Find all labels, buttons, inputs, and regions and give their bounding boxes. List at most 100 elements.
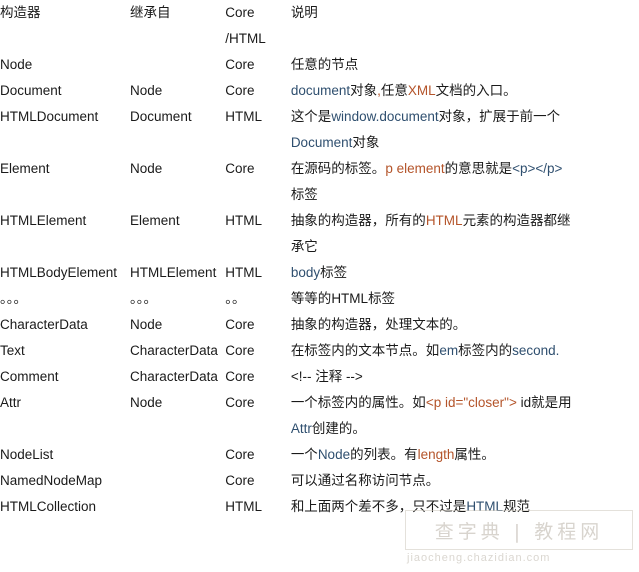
description-line: 在源码的标签。p element的意思就是<p></p> [291,156,639,182]
description-line: 标签 [291,182,639,208]
description-text: 这个是 [290,109,332,124]
cell-module: Core [225,161,255,176]
code-token: window.document [331,109,439,124]
cell-inherits: CharacterData [130,343,218,358]
table-row: NamedNodeMap Core 可以通过名称访问节点。 [0,468,639,494]
description-text: 创建的。 [311,421,366,436]
cell-inherits: Node [130,395,163,410]
cell-inherits [130,52,225,78]
code-token: p element [385,161,445,176]
header-cell-inherits: 继承自 [130,5,171,20]
cell-constructor: Node [0,57,33,72]
cell-description: 一个标签内的属性。如<p id="closer"> id就是用 Attr创建的。 [291,390,639,442]
table-row: HTMLDocument Document HTML 这个是window.docume… [0,104,639,156]
cell-constructor: NamedNodeMap [0,473,103,488]
description-line: 这个是window.document对象，扩展于前一个 [291,104,639,130]
code-token: <p id="closer"> [425,395,517,410]
cell-constructor: CharacterData [0,317,88,332]
cell-description: body标签 [291,260,639,286]
cell-inherits: CharacterData [130,369,218,384]
cell-module: 。。 [225,291,246,306]
cell-module: Core [225,317,255,332]
description-text: 对象，扩展于前一个 [438,109,561,124]
description-line: Attr创建的。 [291,416,639,442]
header-cell-module: Core/HTML [225,0,291,52]
description-line: 任意的节点 [291,52,639,78]
description-text: 文档的入口。 [435,83,517,98]
cell-description: 这个是window.document对象，扩展于前一个 Document对象 [291,104,639,156]
cell-description: 一个Node的列表。有length属性。 [291,442,639,468]
table-row: Comment CharacterData Core <!-- 注释 --> [0,364,639,390]
table-row: Element Node Core 在源码的标签。p element的意思就是<p><… [0,156,639,208]
cell-constructor: Document [0,83,62,98]
cell-constructor: NodeList [0,447,54,462]
description-text: <!-- 注释 --> [290,369,363,384]
cell-module: Core [225,473,255,488]
code-token: second. [512,343,560,358]
description-text: 规范 [503,499,531,514]
code-token: HTML [425,213,463,228]
description-line: 承它 [291,234,639,260]
cell-inherits [130,494,225,520]
cell-description: 任意的节点 [291,52,639,78]
description-text: 标签 [368,291,396,306]
description-line: 抽象的构造器，所有的HTML元素的构造器都继 [291,208,639,234]
cell-inherits [130,442,225,468]
table-row: NodeList Core 一个Node的列表。有length属性。 [0,442,639,468]
cell-inherits: Document [130,109,192,124]
description-text: 一个 [290,447,318,462]
cell-module: HTML [225,265,263,280]
cell-module: Core [225,395,255,410]
cell-module: HTML [225,499,263,514]
cell-module: HTML [225,213,263,228]
cell-inherits: 。。。 [130,291,158,306]
header-module-line1: Core [225,5,255,20]
description-text: 可以通过名称访问节点。 [290,473,440,488]
code-token: Node [317,447,351,462]
description-text: 属性。 [454,447,495,462]
code-token: body [290,265,321,280]
table-row: 。。。。。。。。 等等的HTML标签 [0,286,639,312]
description-text: 在源码的标签。 [290,161,386,176]
watermark-sub-text: jiaocheng.chazidian.com [407,552,551,564]
cell-constructor: HTMLDocument [0,109,99,124]
cell-description: 可以通过名称访问节点。 [291,468,639,494]
description-text: 等等的 [290,291,332,306]
description-text: 任意的节点 [290,57,359,72]
description-line: 一个标签内的属性。如<p id="closer"> id就是用 [291,390,639,416]
cell-inherits: Node [130,317,163,332]
cell-description: 在源码的标签。p element的意思就是<p></p> 标签 [291,156,639,208]
description-text: id [516,395,532,410]
description-text: HTML [331,291,369,306]
cell-module: HTML [225,109,263,124]
cell-constructor: Text [0,343,25,358]
description-text: 抽象的构造器，处理文本的。 [290,317,467,332]
code-token: length [417,447,455,462]
description-line: 在标签内的文本节点。如em标签内的second. [291,338,639,364]
description-line: <!-- 注释 --> [291,364,639,390]
description-text: 标签内的 [458,343,513,358]
cell-description: 抽象的构造器，处理文本的。 [291,312,639,338]
description-text: 和上面两个差不多，只不过是 [290,499,467,514]
code-token: HTML [466,499,504,514]
code-token: Document [290,135,353,150]
description-line: 一个Node的列表。有length属性。 [291,442,639,468]
code-token: em [439,343,459,358]
code-token: XML [407,83,436,98]
description-text: 抽象的构造器，所有的 [290,213,426,228]
table-row: HTMLCollection HTML 和上面两个差不多，只不过是HTML规范 [0,494,639,520]
cell-inherits: HTMLElement [130,265,217,280]
description-line: 抽象的构造器，处理文本的。 [291,312,639,338]
cell-inherits: Element [130,213,180,228]
code-token: document [290,83,351,98]
dom-constructor-table: 构造器 继承自 Core/HTML 说明 Node Core 任意的节点 Document No… [0,0,639,520]
description-text: 元素的构造器都继 [462,213,571,228]
description-line: 和上面两个差不多，只不过是HTML规范 [291,494,639,520]
cell-module: Core [225,447,255,462]
description-text: 任意 [380,83,408,98]
description-text: 一个标签内的属性。如 [290,395,426,410]
cell-description: 和上面两个差不多，只不过是HTML规范 [291,494,639,520]
cell-description: 抽象的构造器，所有的HTML元素的构造器都继 承它 [291,208,639,260]
description-text: 的意思就是 [444,161,513,176]
cell-constructor: Comment [0,369,59,384]
